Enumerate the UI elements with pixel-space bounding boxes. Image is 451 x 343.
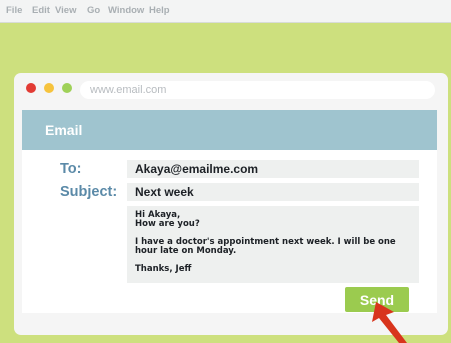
subject-field[interactable]: Next week — [127, 183, 419, 201]
email-form: Email To: Akaya@emailme.com Subject: Nex… — [22, 110, 437, 313]
address-bar[interactable]: www.email.com — [80, 81, 435, 99]
subject-label: Subject: — [60, 184, 118, 200]
minimize-dot-icon[interactable] — [44, 83, 54, 93]
email-header-title: Email — [45, 122, 83, 138]
message-body: Hi Akaya, How are you? I have a doctor's… — [135, 210, 396, 274]
url-text: www.email.com — [90, 84, 167, 96]
subject-value: Next week — [135, 185, 194, 199]
menu-window[interactable]: Window — [108, 5, 144, 16]
arrow-pointer-icon — [372, 302, 407, 343]
browser-window: www.email.com Email To: Akaya@emailme.co… — [14, 73, 448, 335]
menu-help[interactable]: Help — [149, 5, 170, 16]
close-dot-icon[interactable] — [26, 83, 36, 93]
menu-view[interactable]: View — [55, 5, 76, 16]
email-header: Email — [22, 110, 437, 150]
menu-go[interactable]: Go — [87, 5, 100, 16]
maximize-dot-icon[interactable] — [62, 83, 72, 93]
to-value: Akaya@emailme.com — [135, 162, 259, 176]
to-label: To: — [60, 161, 82, 177]
menu-file[interactable]: File — [6, 5, 22, 16]
message-body-field[interactable]: Hi Akaya, How are you? I have a doctor's… — [127, 206, 419, 283]
menu-bar: File Edit View Go Window Help — [0, 0, 451, 23]
menu-edit[interactable]: Edit — [32, 5, 50, 16]
to-field[interactable]: Akaya@emailme.com — [127, 160, 419, 178]
